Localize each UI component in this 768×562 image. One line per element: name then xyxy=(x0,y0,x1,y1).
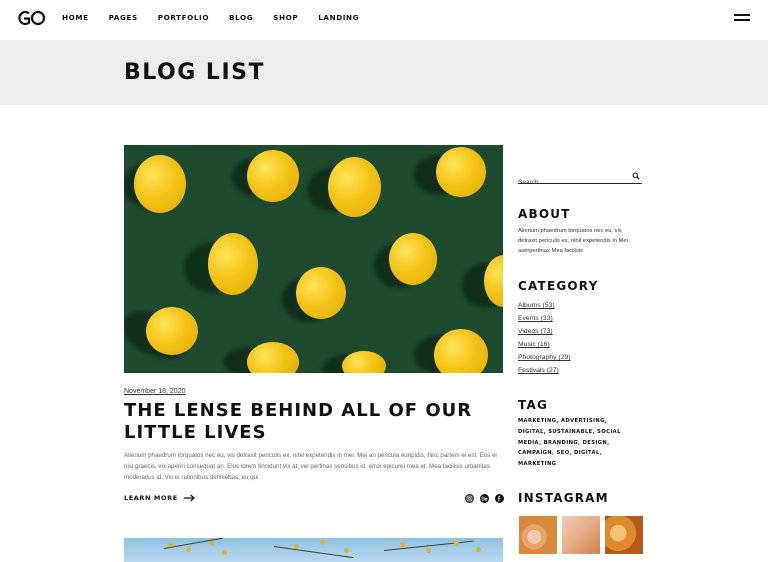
nav-pages[interactable]: PAGES xyxy=(109,13,138,23)
learn-more-label: LEARN MORE xyxy=(124,494,178,502)
category-link-videos[interactable]: Videos (73) xyxy=(518,328,553,335)
category-link-albums[interactable]: Albums (53) xyxy=(518,302,555,309)
list-item: Videos (73) xyxy=(518,325,571,338)
facebook-icon[interactable] xyxy=(495,494,504,503)
instagram-photo[interactable] xyxy=(605,516,643,554)
logo[interactable] xyxy=(15,10,47,26)
page-title: BLOG LIST xyxy=(124,60,265,85)
instagram-photo[interactable] xyxy=(562,516,600,554)
arrow-right-icon xyxy=(183,494,195,502)
list-item: Albums (53) xyxy=(518,299,571,312)
tag-link[interactable]: SUSTAINABLE xyxy=(548,429,592,435)
site-header: HOME PAGES PORTFOLIO BLOG SHOP LANDING xyxy=(0,0,768,40)
category-list: Albums (53) Events (33) Videos (73) Musi… xyxy=(518,299,571,377)
main-nav: HOME PAGES PORTFOLIO BLOG SHOP LANDING xyxy=(62,13,379,23)
nav-blog[interactable]: BLOG xyxy=(229,13,253,23)
list-item: Events (33) xyxy=(518,312,571,325)
search-box xyxy=(518,171,642,188)
instagram-photo[interactable] xyxy=(519,516,557,554)
tag-link[interactable]: BRANDING xyxy=(544,440,578,446)
list-item: Festivals (27) xyxy=(518,364,571,377)
page-title-band xyxy=(0,40,768,105)
list-item: Photography (29) xyxy=(518,351,571,364)
share-icons xyxy=(465,494,504,503)
category-link-events[interactable]: Events (33) xyxy=(518,315,553,322)
instagram-icon[interactable] xyxy=(465,494,474,503)
tag-link[interactable]: DESIGN xyxy=(583,440,608,446)
tag-link[interactable]: MARKETING xyxy=(518,418,556,424)
post-title[interactable]: THE LENSE BEHIND ALL OF OUR LITTLE LIVES xyxy=(124,400,494,444)
instagram-grid xyxy=(519,516,643,554)
learn-more-link[interactable]: LEARN MORE xyxy=(124,494,195,502)
about-title: ABOUT xyxy=(518,207,571,221)
nav-home[interactable]: HOME xyxy=(62,13,89,23)
search-icon[interactable] xyxy=(632,172,640,180)
category-link-music[interactable]: Music (16) xyxy=(518,341,550,348)
behance-icon[interactable] xyxy=(480,494,489,503)
nav-landing[interactable]: LANDING xyxy=(318,13,359,23)
nav-shop[interactable]: SHOP xyxy=(273,13,298,23)
about-text: Alienum phaedrum torquatos nec eu, vis d… xyxy=(518,228,628,254)
tag-link[interactable]: ADVERTISING xyxy=(561,418,605,424)
category-link-festivals[interactable]: Festivals (27) xyxy=(518,367,559,374)
tag-cloud: MARKETING, ADVERTISING, DIGITAL, SUSTAIN… xyxy=(518,418,621,468)
tag-link[interactable]: MARKETING xyxy=(518,461,556,467)
nav-portfolio[interactable]: PORTFOLIO xyxy=(158,13,209,23)
post-excerpt: Alienum phaedrum torquatos nec eu, vis d… xyxy=(124,452,497,481)
tag-link[interactable]: DIGITAL xyxy=(518,429,544,435)
post-date[interactable]: November 18, 2020 xyxy=(124,388,185,395)
instagram-title: INSTAGRAM xyxy=(518,491,609,505)
tag-link[interactable]: CAMPAIGN xyxy=(518,450,552,456)
post-featured-image-2[interactable] xyxy=(124,538,503,562)
tag-link[interactable]: SEO xyxy=(557,450,570,456)
category-link-photography[interactable]: Photography (29) xyxy=(518,354,571,361)
tag-link[interactable]: DIGITAL xyxy=(574,450,600,456)
list-item: Music (16) xyxy=(518,338,571,351)
post-featured-image[interactable] xyxy=(124,145,503,373)
search-input[interactable] xyxy=(518,177,628,188)
menu-icon[interactable] xyxy=(734,14,750,23)
tag-title: TAG xyxy=(518,398,548,412)
category-title: CATEGORY xyxy=(518,279,599,293)
